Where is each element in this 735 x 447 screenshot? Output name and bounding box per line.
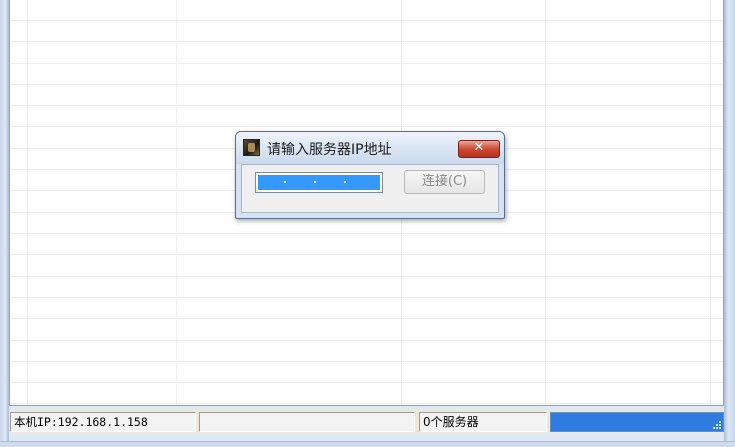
dialog-title: 请输入服务器IP地址: [267, 142, 392, 158]
grid-row-line: [10, 126, 723, 127]
grid-row-line: [10, 297, 723, 298]
size-grip-icon[interactable]: [711, 419, 721, 429]
grid-row-line: [10, 318, 723, 319]
ip-dot: [314, 181, 316, 183]
grid-row-line: [10, 403, 723, 404]
local-ip-status: 本机IP:192.168.1.158: [10, 412, 196, 432]
close-icon: ✕: [473, 140, 485, 155]
close-button[interactable]: ✕: [458, 140, 500, 158]
ip-dot: [344, 181, 346, 183]
server-ip-dialog: 请输入服务器IP地址 ✕ 连接(C): [235, 131, 505, 219]
grid-row-line: [10, 63, 723, 64]
window-frame-bottom: [0, 441, 735, 447]
grid-row-line: [10, 20, 723, 21]
grid-column-line: [176, 0, 177, 405]
status-bar: 本机IP:192.168.1.158 0个服务器: [9, 410, 724, 434]
grid-row-line: [10, 105, 723, 106]
dialog-body: 连接(C): [241, 164, 499, 213]
grid-row-line: [10, 340, 723, 341]
app-icon: [243, 139, 260, 156]
ip-address-input[interactable]: [255, 172, 383, 193]
grid-column-line: [710, 0, 711, 405]
connect-button[interactable]: 连接(C): [404, 170, 485, 194]
grid-row-line: [10, 382, 723, 383]
dialog-titlebar[interactable]: 请输入服务器IP地址 ✕: [236, 132, 504, 164]
ip-input-selection: [258, 175, 380, 190]
grid-row-line: [10, 84, 723, 85]
grid-row-line: [10, 276, 723, 277]
server-count-status: 0个服务器: [419, 412, 547, 432]
grid-row-line: [10, 361, 723, 362]
grid-row-line: [10, 41, 723, 42]
grid-row-line: [10, 254, 723, 255]
ip-dot: [284, 181, 286, 183]
status-progress-bar: [550, 412, 724, 432]
status-middle-panel: [199, 412, 415, 432]
window-frame-left: [0, 0, 9, 447]
grid-column-line: [545, 0, 546, 405]
grid-row-line: [10, 233, 723, 234]
window-frame-right: [724, 0, 735, 447]
grid-column-line: [27, 0, 28, 405]
